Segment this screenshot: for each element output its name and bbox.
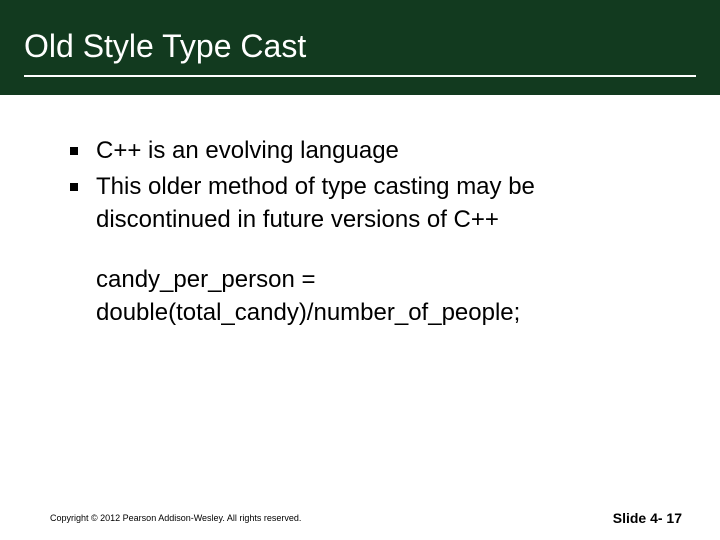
- content-area: C++ is an evolving language This older m…: [0, 95, 720, 329]
- title-bar: Old Style Type Cast: [0, 0, 720, 95]
- slide: Old Style Type Cast C++ is an evolving l…: [0, 0, 720, 540]
- footer: Copyright © 2012 Pearson Addison-Wesley.…: [0, 510, 720, 526]
- slide-title: Old Style Type Cast: [24, 28, 696, 77]
- slide-number: Slide 4- 17: [613, 510, 682, 526]
- code-example: candy_per_person = double(total_candy)/n…: [96, 264, 660, 329]
- code-line: double(total_candy)/number_of_people;: [96, 297, 660, 329]
- bullet-list: C++ is an evolving language This older m…: [70, 135, 660, 236]
- code-line: candy_per_person =: [96, 264, 660, 296]
- bullet-item: This older method of type casting may be…: [70, 171, 660, 236]
- bullet-item: C++ is an evolving language: [70, 135, 660, 167]
- copyright-text: Copyright © 2012 Pearson Addison-Wesley.…: [50, 513, 301, 523]
